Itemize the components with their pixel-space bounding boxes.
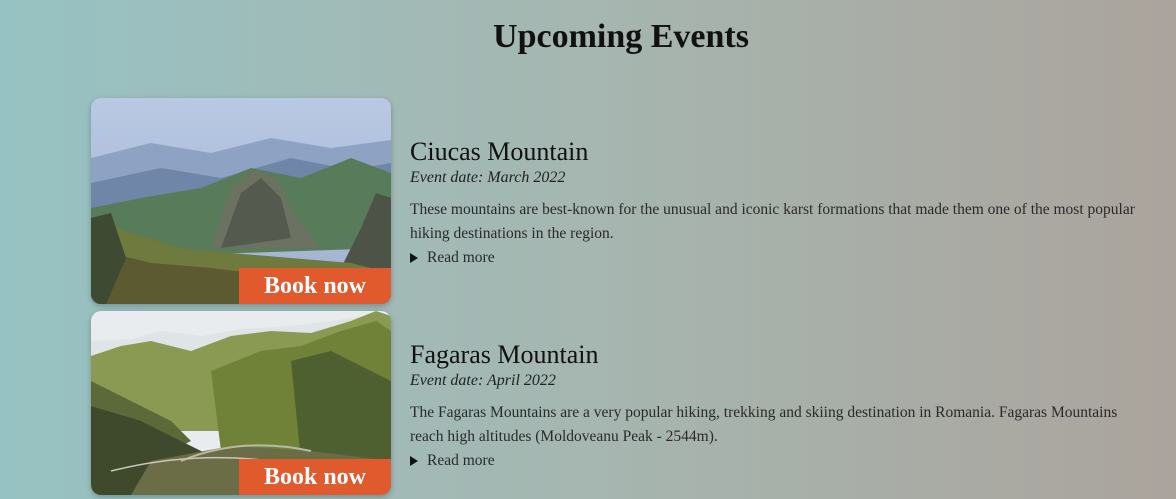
event-card: Book now Fagaras Mountain Event date: Ap… (91, 311, 1151, 495)
page-title: Upcoming Events (493, 18, 749, 55)
event-image: Book now (91, 98, 391, 304)
read-more-toggle[interactable]: Read more (410, 449, 1150, 473)
book-now-button[interactable]: Book now (239, 459, 391, 495)
event-date: Event date: March 2022 (410, 169, 566, 186)
read-more-toggle[interactable]: Read more (410, 246, 1150, 270)
book-now-button[interactable]: Book now (239, 268, 391, 304)
event-title: Ciucas Mountain (410, 137, 589, 166)
event-description: The Fagaras Mountains are a very popular… (410, 404, 1118, 445)
read-more-label: Read more (427, 249, 495, 266)
read-more-label: Read more (427, 452, 495, 469)
event-info: Fagaras Mountain Event date: April 2022 … (410, 339, 1150, 473)
event-description: These mountains are best-known for the u… (410, 201, 1135, 242)
event-info: Ciucas Mountain Event date: March 2022 T… (410, 136, 1150, 270)
triangle-right-icon (410, 253, 418, 263)
event-date: Event date: April 2022 (410, 372, 556, 389)
event-image: Book now (91, 311, 391, 495)
event-title: Fagaras Mountain (410, 340, 599, 369)
event-card: Book now Ciucas Mountain Event date: Mar… (91, 98, 1151, 304)
triangle-right-icon (410, 456, 418, 466)
